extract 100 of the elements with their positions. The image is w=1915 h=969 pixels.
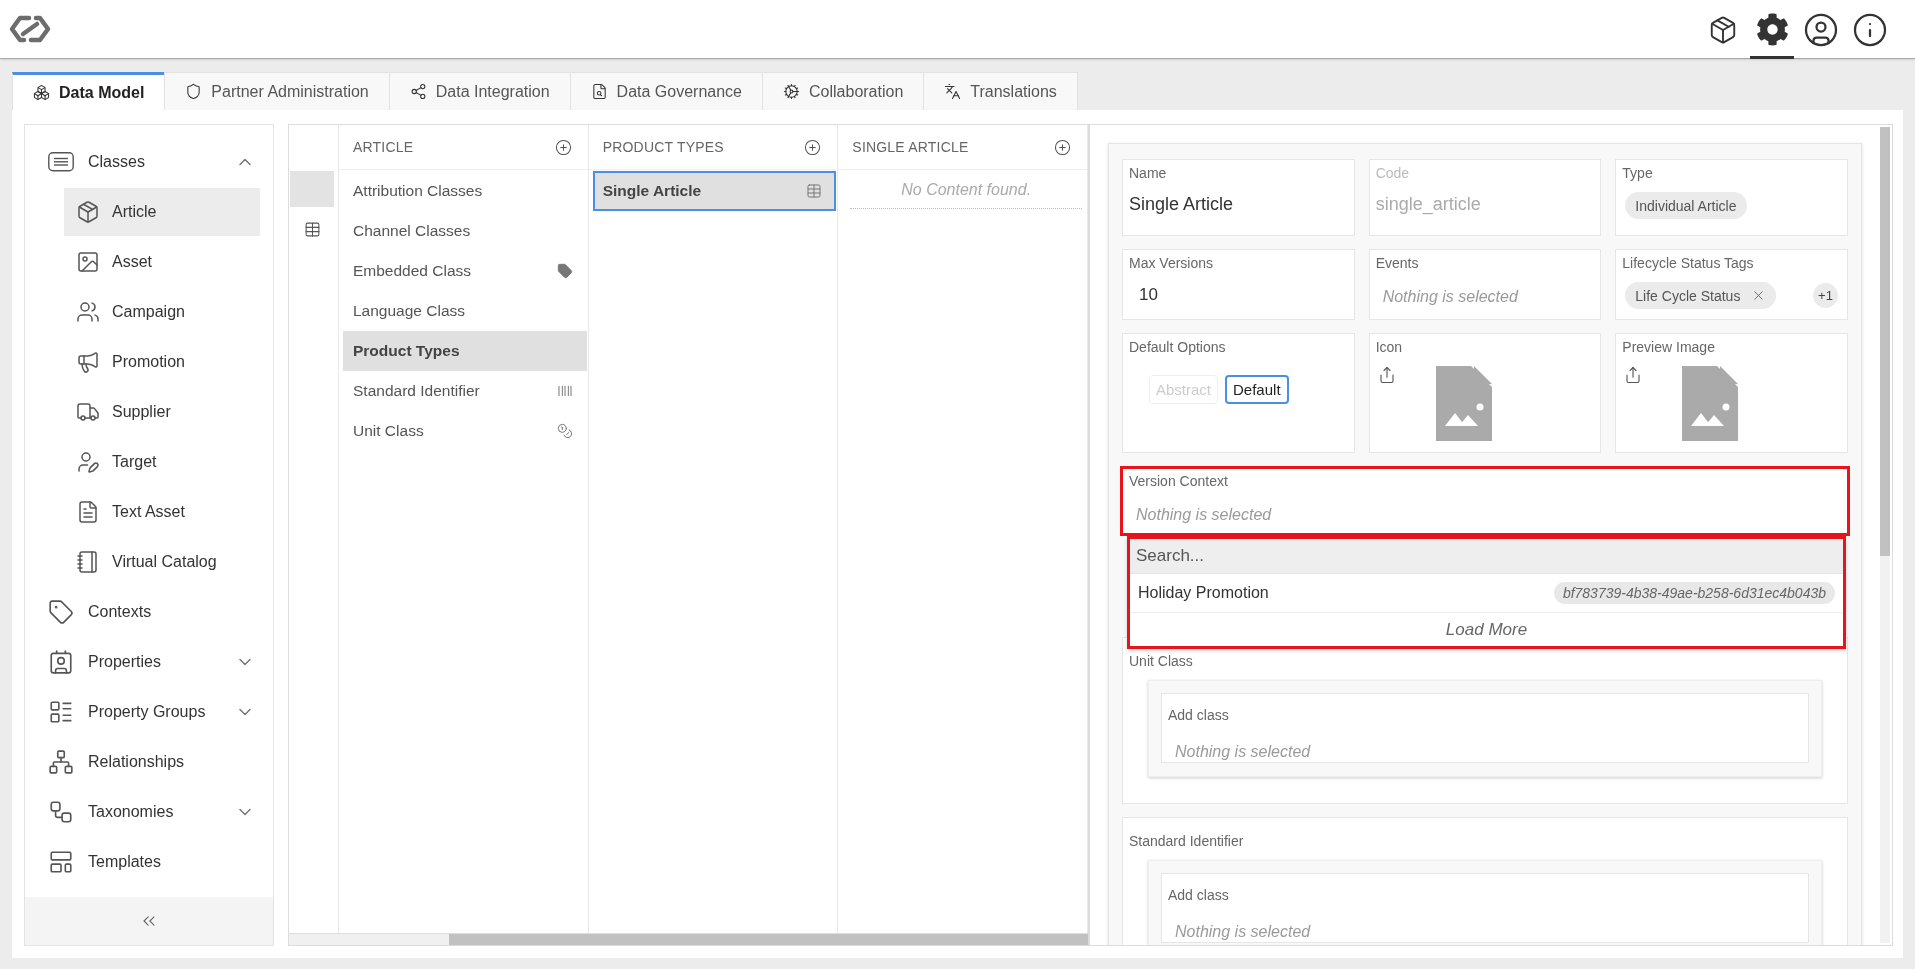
more-count[interactable]: +1 [1813, 283, 1838, 308]
contact-card-icon [48, 649, 74, 675]
field-label: Version Context [1129, 472, 1228, 490]
tag-icon [48, 599, 74, 625]
sidebar-item[interactable]: Virtual Catalog [64, 538, 260, 586]
upload-icon[interactable] [1377, 366, 1396, 384]
sidebar-item[interactable]: Relationships [25, 737, 273, 787]
option-id: bf783739-4b38-49ae-b258-6d31ec4b043b [1553, 582, 1835, 604]
select-field[interactable]: Add class Nothing is selected [1161, 873, 1809, 943]
megaphone-icon [76, 350, 100, 374]
user-pen-icon [76, 450, 100, 474]
section-label: Unit Class [1129, 652, 1193, 670]
tab[interactable]: Data Model [12, 72, 166, 110]
coins-icon [556, 423, 573, 439]
tag-label: Life Cycle Status [1635, 287, 1741, 304]
tag-icon [556, 263, 573, 279]
field-label: Add class [1168, 706, 1229, 724]
sidebar-item[interactable]: Asset [64, 238, 260, 286]
field-label: Max Versions [1129, 254, 1214, 272]
scrollbar-track[interactable] [289, 933, 1088, 945]
field-label: Icon [1375, 338, 1403, 356]
notebook-icon [76, 550, 100, 574]
template-icon [48, 849, 74, 875]
tab[interactable]: Translations [923, 72, 1078, 110]
list-item[interactable]: Product Types [343, 331, 587, 371]
scrollbar-track[interactable] [1880, 127, 1890, 943]
dropdown-option[interactable]: Holiday Promotion bf783739-4b38-49ae-b258-6d31ec4b043b [1130, 573, 1843, 612]
field-label: Name [1129, 164, 1167, 182]
sidebar-item[interactable]: Contexts [25, 587, 273, 637]
sidebar-item[interactable]: Campaign [64, 288, 260, 336]
settings-icon [1755, 13, 1789, 46]
translate-icon [944, 83, 962, 100]
boxes-icon [33, 84, 50, 101]
tab[interactable]: Partner Administration [164, 72, 390, 110]
app-logo [8, 14, 52, 44]
sidebar-item[interactable]: Article [64, 188, 260, 236]
list-item[interactable]: Channel Classes [343, 211, 587, 251]
field-value[interactable]: 10 [1129, 283, 1158, 307]
field-label: Add class [1168, 886, 1229, 904]
package-icon [1708, 14, 1738, 45]
sidebar-item[interactable]: Property Groups [25, 687, 273, 737]
shield-icon [185, 83, 203, 100]
upload-icon[interactable] [1624, 366, 1643, 384]
document-icon [76, 500, 100, 524]
column-title: ARTICLE [353, 139, 414, 155]
info-icon [1852, 11, 1888, 48]
option-label: Holiday Promotion [1138, 584, 1269, 602]
tab[interactable]: Data Governance [569, 72, 763, 110]
column-title: PRODUCT TYPES [602, 139, 724, 155]
scrollbar-thumb[interactable] [448, 934, 1088, 945]
toggle-option[interactable]: Default [1225, 375, 1289, 404]
file-search-icon [590, 83, 608, 100]
tab[interactable]: Collaboration [762, 72, 925, 110]
truck-icon [76, 400, 100, 424]
workflow-icon [48, 799, 74, 825]
field-label: Lifecycle Status Tags [1622, 254, 1754, 272]
field-placeholder: Nothing is selected [1135, 505, 1272, 525]
users-icon [76, 300, 100, 324]
field-value[interactable]: Single Article [1129, 192, 1234, 216]
add-icon[interactable] [1054, 138, 1071, 156]
field-placeholder: Nothing is selected [1174, 742, 1311, 762]
add-icon[interactable] [804, 138, 822, 156]
scrollbar-thumb[interactable] [1880, 127, 1890, 556]
image-icon [76, 250, 100, 274]
load-more-button[interactable]: Load More [1130, 612, 1843, 646]
field-label: Default Options [1129, 338, 1226, 356]
image-file-icon [1682, 366, 1739, 441]
user-circle-icon [1803, 11, 1839, 48]
sidebar-item[interactable]: Templates [25, 837, 273, 887]
sidebar-item[interactable]: Text Asset [64, 488, 260, 536]
sidebar-item[interactable]: Classes [25, 137, 273, 187]
list-item[interactable]: Standard Identifier [343, 371, 587, 411]
tag-label: Individual Article [1635, 197, 1737, 214]
add-icon[interactable] [554, 138, 572, 156]
tab[interactable]: Data Integration [388, 72, 571, 110]
network-icon [48, 749, 74, 775]
sidebar-item[interactable]: Properties [25, 637, 273, 687]
share-nodes-icon [409, 83, 427, 100]
barcode-icon [556, 383, 573, 399]
table-icon [303, 220, 321, 238]
field-label: Preview Image [1622, 338, 1715, 356]
list-card-icon [48, 152, 74, 172]
sidebar-item[interactable]: Promotion [64, 338, 260, 386]
layout-list-icon [48, 699, 74, 725]
select-field[interactable]: Add class Nothing is selected [1161, 693, 1809, 763]
cog-icon [783, 83, 800, 100]
search-field[interactable]: Search... [1130, 539, 1843, 573]
sidebar-item[interactable]: Taxonomies [25, 787, 273, 837]
list-item[interactable]: Embedded Class [343, 251, 587, 291]
sidebar-item[interactable]: Supplier [64, 388, 260, 436]
table-icon [806, 183, 823, 199]
image-file-icon [1435, 366, 1492, 441]
list-item[interactable]: Language Class [343, 291, 587, 331]
list-item[interactable]: Unit Class [343, 411, 587, 451]
version-context-field[interactable]: Version Context Nothing is selected [1120, 466, 1850, 536]
field-label: Events [1375, 254, 1419, 272]
sidebar-item[interactable]: Target [64, 438, 260, 486]
list-item[interactable]: Single Article [592, 171, 837, 211]
package-icon [76, 200, 100, 224]
list-item[interactable]: Attribution Classes [343, 171, 587, 211]
